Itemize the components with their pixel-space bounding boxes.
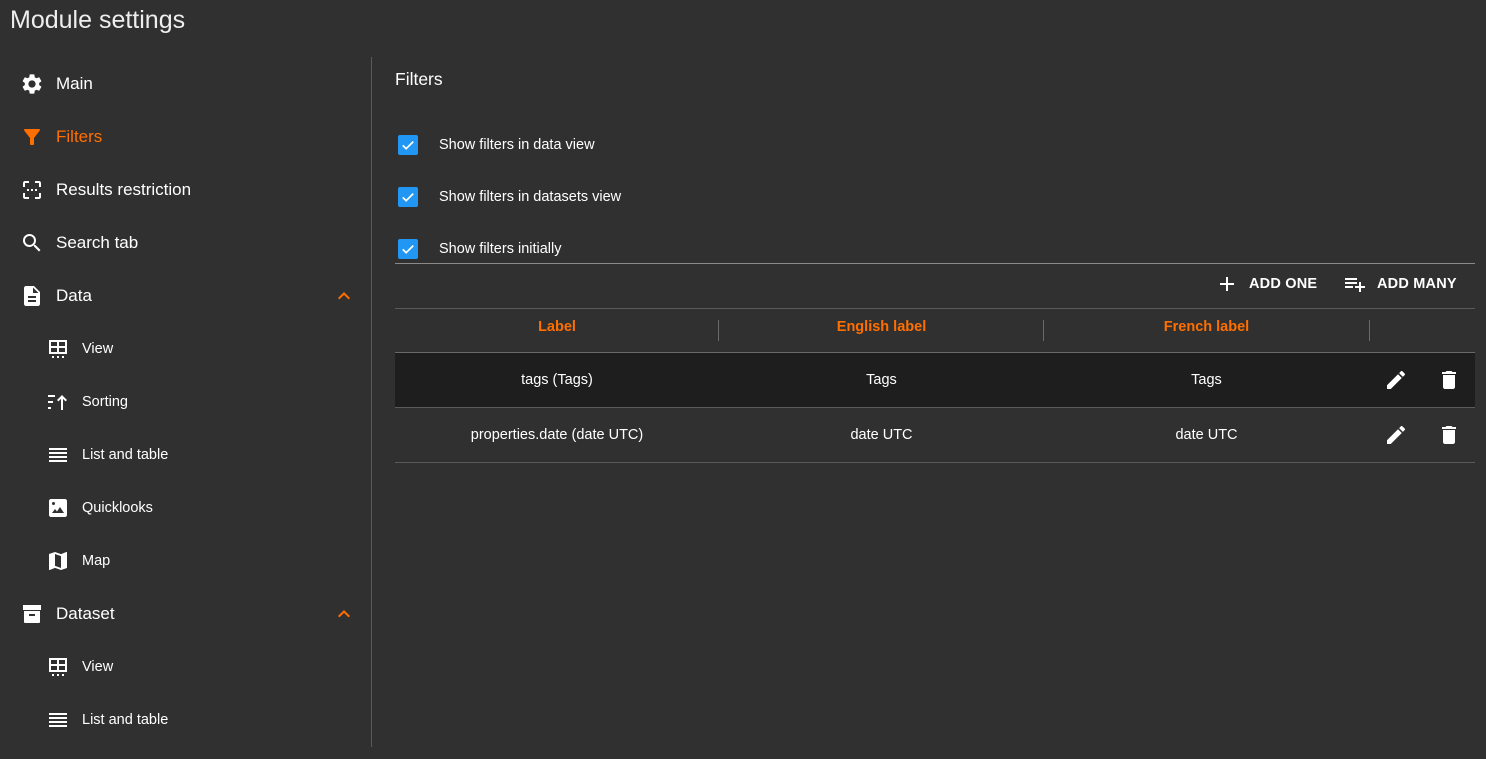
checkbox-checked[interactable] [398,187,418,207]
sidebar-item-label: Sorting [82,393,128,410]
divider [395,263,1475,264]
sidebar-item-label: Main [56,73,93,93]
sidebar-item-search-tab[interactable]: Search tab [0,216,371,269]
sidebar-item-sorting[interactable]: Sorting [0,375,371,428]
sidebar-item-label: View [82,340,114,357]
table-view-icon [46,337,70,361]
column-header-label[interactable]: Label [395,319,719,339]
add-one-label: ADD ONE [1249,276,1318,292]
section-title: Filters [395,69,443,89]
sidebar-item-filters[interactable]: Filters [0,110,371,163]
check-icon [402,245,414,254]
column-header-french-label[interactable]: French label [1044,319,1369,339]
sidebar-item-label: Filters [56,126,103,146]
sort-icon [46,390,70,414]
add-many-button[interactable]: ADD MANY [1343,272,1457,296]
add-one-button[interactable]: ADD ONE [1215,272,1317,296]
sidebar-item-label: Results restriction [56,179,192,199]
list-icon [46,708,70,732]
sidebar: Main Filters Results restriction Search … [0,57,372,747]
checkbox-checked[interactable] [398,239,418,259]
archive-icon [20,602,44,626]
column-header-english-label[interactable]: English label [719,319,1044,339]
checkbox-label: Show filters in data view [439,137,595,153]
cell-label: tags (Tags) [521,372,593,388]
sidebar-item-results-restriction[interactable]: Results restriction [0,163,371,216]
sidebar-item-data-list-and-table[interactable]: List and table [0,428,371,481]
sidebar-item-label: Dataset [56,603,115,623]
chevron-up-icon[interactable] [332,284,356,308]
sidebar-item-label: Quicklooks [82,499,153,516]
image-icon [46,496,70,520]
search-icon [20,231,44,255]
checkbox-label: Show filters initially [439,241,562,257]
sidebar-item-map[interactable]: Map [0,534,371,587]
cell-english-label: date UTC [850,427,913,443]
show-filters-datasets-view-checkbox[interactable]: Show filters in datasets view [398,185,621,209]
show-filters-initially-checkbox[interactable]: Show filters initially [398,237,562,261]
cell-french-label: date UTC [1175,427,1238,443]
sidebar-item-data[interactable]: Data [0,269,371,322]
sidebar-item-label: Data [56,285,92,305]
sidebar-item-dataset-view[interactable]: View [0,640,371,693]
delete-icon[interactable] [1437,368,1461,392]
sidebar-item-data-view[interactable]: View [0,322,371,375]
divider [395,462,1475,463]
sidebar-item-dataset[interactable]: Dataset [0,587,371,640]
document-icon [20,284,44,308]
add-many-label: ADD MANY [1377,276,1457,292]
table-row[interactable]: tags (Tags) Tags Tags [395,353,1475,408]
show-filters-data-view-checkbox[interactable]: Show filters in data view [398,133,595,157]
cell-label: properties.date (date UTC) [470,427,644,443]
list-icon [46,443,70,467]
plus-icon [1220,277,1234,291]
sidebar-item-label: List and table [82,711,169,728]
page-title: Module settings [10,6,186,34]
edit-icon[interactable] [1384,368,1408,392]
cell-french-label: Tags [1191,372,1222,388]
table-view-icon [46,655,70,679]
table-row[interactable]: properties.date (date UTC) date UTC date… [395,408,1475,463]
check-icon [402,141,414,150]
sidebar-item-label: Map [82,552,111,569]
sidebar-item-main[interactable]: Main [0,57,371,110]
playlist-add-icon [1345,278,1365,292]
gear-icon [20,72,44,96]
map-icon [46,549,70,573]
filter-icon [20,125,44,149]
cell-english-label: Tags [866,372,897,388]
divider [395,308,1475,309]
check-icon [402,193,414,202]
sidebar-item-label: View [82,658,114,675]
column-separator [1369,320,1370,341]
sidebar-item-label: Search tab [56,232,139,252]
checkbox-checked[interactable] [398,135,418,155]
edit-icon[interactable] [1384,423,1408,447]
sidebar-item-dataset-list-and-table[interactable]: List and table [0,693,371,746]
checkbox-label: Show filters in datasets view [439,189,622,205]
sidebar-item-label: List and table [82,446,169,463]
sidebar-item-quicklooks[interactable]: Quicklooks [0,481,371,534]
delete-icon[interactable] [1437,423,1461,447]
crop-free-icon [20,178,44,202]
chevron-up-icon[interactable] [332,602,356,626]
